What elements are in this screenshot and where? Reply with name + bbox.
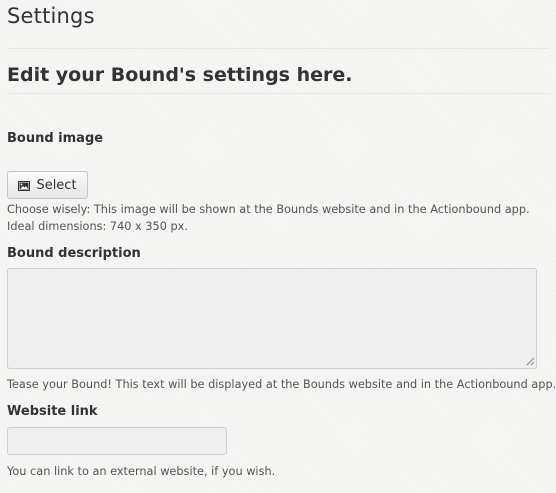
website-link-input[interactable] bbox=[7, 427, 227, 455]
bound-description-label: Bound description bbox=[7, 246, 141, 261]
website-link-label: Website link bbox=[7, 404, 98, 419]
title-divider bbox=[7, 48, 550, 49]
bound-image-label: Bound image bbox=[7, 131, 104, 146]
select-button-label: Select bbox=[36, 177, 77, 193]
section-heading: Edit your Bound's settings here. bbox=[7, 64, 353, 86]
page-title: Settings bbox=[7, 4, 95, 28]
bound-description-help: Tease your Bound! This text will be disp… bbox=[7, 378, 556, 391]
select-image-button[interactable]: Select bbox=[7, 171, 88, 199]
section-divider bbox=[7, 93, 550, 94]
website-link-help: You can link to an external website, if … bbox=[7, 465, 276, 478]
bound-image-dimensions-help: Ideal dimensions: 740 x 350 px. bbox=[7, 220, 188, 233]
bound-description-textarea[interactable] bbox=[7, 268, 537, 369]
resize-grip-icon[interactable] bbox=[525, 356, 535, 366]
bound-image-help: Choose wisely: This image will be shown … bbox=[7, 203, 530, 216]
picture-icon bbox=[18, 180, 31, 191]
